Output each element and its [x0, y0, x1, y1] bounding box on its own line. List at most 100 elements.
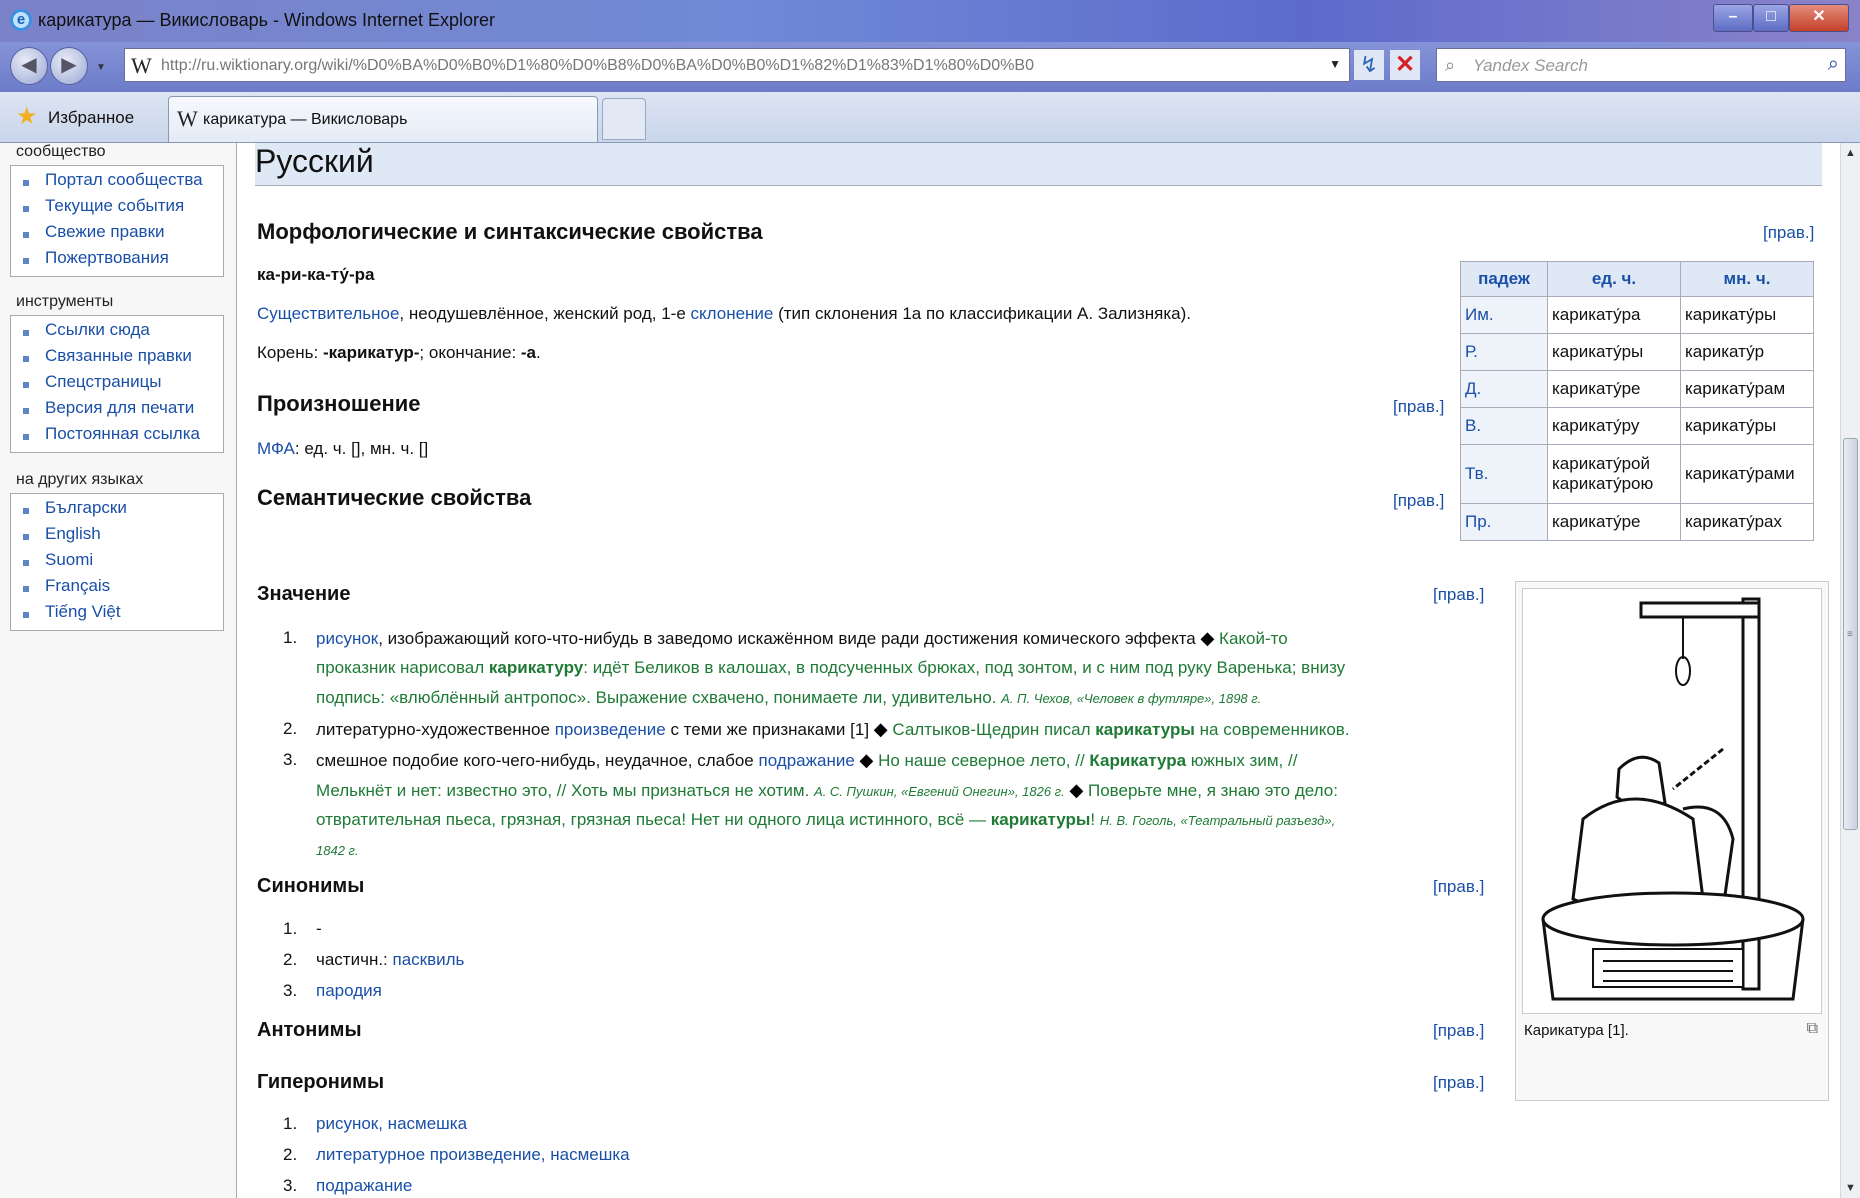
case-cell[interactable]: Тв. — [1460, 444, 1548, 504]
meaning-2-text: литературно-художественное — [316, 720, 555, 739]
case-cell[interactable]: Им. — [1460, 296, 1548, 334]
example-source[interactable]: А. П. Чехов, «Человек в футляре», 1898 г… — [1001, 691, 1261, 706]
declension-text: (тип склонения 1a по классификации А. За… — [773, 304, 1191, 323]
case-cell[interactable]: В. — [1460, 407, 1548, 445]
scroll-down-icon[interactable]: ▼ — [1845, 1182, 1856, 1194]
sidebar-item-portal[interactable]: Портал сообщества — [45, 170, 203, 190]
col-singular: ед. ч. — [1547, 261, 1681, 297]
declension-link[interactable]: склонение — [691, 304, 774, 323]
ie-logo-icon: e — [10, 9, 32, 31]
address-bar[interactable]: W http://ru.wiktionary.org/wiki/%D0%BA%D… — [124, 48, 1350, 82]
sidebar-item-recent-changes[interactable]: Свежие правки — [45, 222, 165, 242]
community-header: сообщество — [16, 143, 106, 160]
sidebar-item-lang-bg[interactable]: Български — [45, 498, 127, 518]
sidebar-item-special-pages[interactable]: Спецстраницы — [45, 372, 162, 392]
example-source[interactable]: 1842 г. — [316, 843, 359, 858]
list-number: 1. — [283, 919, 298, 938]
synonym-1: - — [316, 919, 322, 938]
sidebar-item-lang-en[interactable]: English — [45, 524, 101, 544]
bullet — [23, 508, 29, 514]
col-plural: мн. ч. — [1680, 261, 1814, 297]
meaning-heading: Значение — [257, 583, 351, 605]
example-source[interactable]: Н. В. Гоголь, «Театральный разъезд», — [1100, 813, 1335, 828]
hypernym-2-link[interactable]: литературное произведение, насмешка — [316, 1145, 630, 1165]
singular-form-2: карикату́рою — [1552, 474, 1654, 493]
tab-active[interactable]: W карикатура — Викисловарь — [168, 96, 598, 142]
edit-link-meaning[interactable]: [прав.] — [1433, 585, 1484, 605]
example-text: южных зим, // — [1186, 751, 1298, 770]
edit-link-synonyms[interactable]: [прав.] — [1433, 877, 1484, 897]
bullet — [23, 612, 29, 618]
meaning-3-line-4: 1842 г. — [316, 840, 359, 860]
maximize-button[interactable]: □ — [1753, 4, 1789, 32]
grip-icon: ≡ — [1847, 629, 1853, 640]
edit-link-sem[interactable]: [прав.] — [1393, 491, 1444, 511]
magnify-icon[interactable]: ⧉ — [1807, 1020, 1818, 1038]
history-dropdown-icon[interactable]: ▼ — [96, 62, 106, 73]
address-dropdown-icon[interactable]: ▼ — [1329, 57, 1341, 71]
plural-cell: карикату́ры — [1680, 407, 1814, 445]
sidebar-item-permalink[interactable]: Постоянная ссылка — [45, 424, 200, 444]
case-cell[interactable]: Д. — [1460, 370, 1548, 408]
hypernym-3-link[interactable]: подражание — [316, 1176, 412, 1196]
image-thumbnail: Карикатура [1]. ⧉ — [1515, 581, 1829, 1101]
caricature-image[interactable] — [1522, 588, 1822, 1014]
back-button[interactable]: ◀ — [10, 47, 48, 85]
case-cell[interactable]: Р. — [1460, 333, 1548, 371]
synonym-2: частичн.: пасквиль — [316, 950, 464, 970]
list-number: 3. — [283, 981, 298, 1000]
star-icon: ★ — [16, 103, 38, 130]
meaning-3-text: смешное подобие кого-чего-нибудь, неудач… — [316, 751, 759, 770]
refresh-button[interactable]: ↯ — [1354, 50, 1384, 80]
wikipedia-favicon-icon: W — [177, 106, 198, 131]
example-text: Салтыков-Щедрин писал — [892, 720, 1096, 739]
meaning-1-link[interactable]: рисунок — [316, 629, 378, 648]
search-placeholder[interactable]: Yandex Search — [1473, 56, 1588, 76]
sidebar-item-lang-vi[interactable]: Tiếng Việt — [45, 602, 121, 622]
minimize-button[interactable]: – — [1713, 4, 1753, 32]
meaning-2-text: с теми же признаками [1] — [665, 720, 874, 739]
scrollbar-thumb[interactable]: ≡ — [1843, 438, 1858, 830]
root: -карикатур- — [322, 343, 420, 362]
meaning-2-link[interactable]: произведение — [555, 720, 666, 739]
example-keyword: Карикатура — [1089, 751, 1187, 770]
vertical-scrollbar[interactable]: ▲ ≡ ▼ — [1840, 143, 1860, 1198]
meaning-3-link[interactable]: подражание — [759, 751, 855, 770]
synonym-2-link[interactable]: пасквиль — [393, 950, 465, 969]
close-window-button[interactable]: ✕ — [1789, 4, 1849, 32]
bullet — [23, 356, 29, 362]
sidebar-item-lang-fi[interactable]: Suomi — [45, 550, 93, 570]
plural-cell: карикату́р — [1680, 333, 1814, 371]
search-icon[interactable]: ⌕ — [1828, 53, 1839, 76]
new-tab-button[interactable] — [602, 98, 646, 140]
col-case: падеж — [1460, 261, 1548, 297]
sidebar-item-current-events[interactable]: Текущие события — [45, 196, 184, 216]
root-line: Корень: -карикатур-; окончание: -а. — [257, 343, 541, 362]
forward-button[interactable]: ▶ — [50, 47, 88, 85]
stop-button[interactable]: ✕ — [1390, 50, 1420, 80]
ipa-link[interactable]: МФА — [257, 439, 295, 458]
case-cell[interactable]: Пр. — [1460, 503, 1548, 541]
sidebar-item-whatlinkshere[interactable]: Ссылки сюда — [45, 320, 150, 340]
table-row: Им. карикату́ра карикату́ры — [1460, 296, 1814, 334]
synonym-3-link[interactable]: пародия — [316, 981, 382, 1001]
bullet — [23, 434, 29, 440]
example-text: подпись: «влюблённый антропос». Выражени… — [316, 688, 1002, 707]
sidebar-item-print-version[interactable]: Версия для печати — [45, 398, 194, 418]
sidebar-item-related-changes[interactable]: Связанные правки — [45, 346, 192, 366]
search-box[interactable]: ⌕ Yandex Search ⌕ — [1436, 48, 1846, 82]
edit-link-antonyms[interactable]: [прав.] — [1433, 1021, 1484, 1041]
sidebar-item-donations[interactable]: Пожертвования — [45, 248, 169, 268]
hypernym-1-link[interactable]: рисунок, насмешка — [316, 1114, 467, 1134]
diamond-icon: ◆ — [873, 719, 888, 739]
example-source[interactable]: А. С. Пушкин, «Евгений Онегин», 1826 г. — [814, 784, 1065, 799]
tools-portlet: Ссылки сюда Связанные правки Спецстраниц… — [10, 315, 224, 453]
pos-link[interactable]: Существительное — [257, 304, 399, 323]
sidebar-item-lang-fr[interactable]: Français — [45, 576, 110, 596]
scroll-up-icon[interactable]: ▲ — [1845, 147, 1856, 159]
address-url[interactable]: http://ru.wiktionary.org/wiki/%D0%BA%D0%… — [161, 57, 1034, 75]
edit-link-morph[interactable]: [прав.] — [1763, 223, 1814, 243]
ie-window: e карикатура — Викисловарь - Windows Int… — [0, 0, 1860, 1198]
edit-link-hypernyms[interactable]: [прав.] — [1433, 1073, 1484, 1093]
edit-link-pron[interactable]: [прав.] — [1393, 397, 1444, 417]
